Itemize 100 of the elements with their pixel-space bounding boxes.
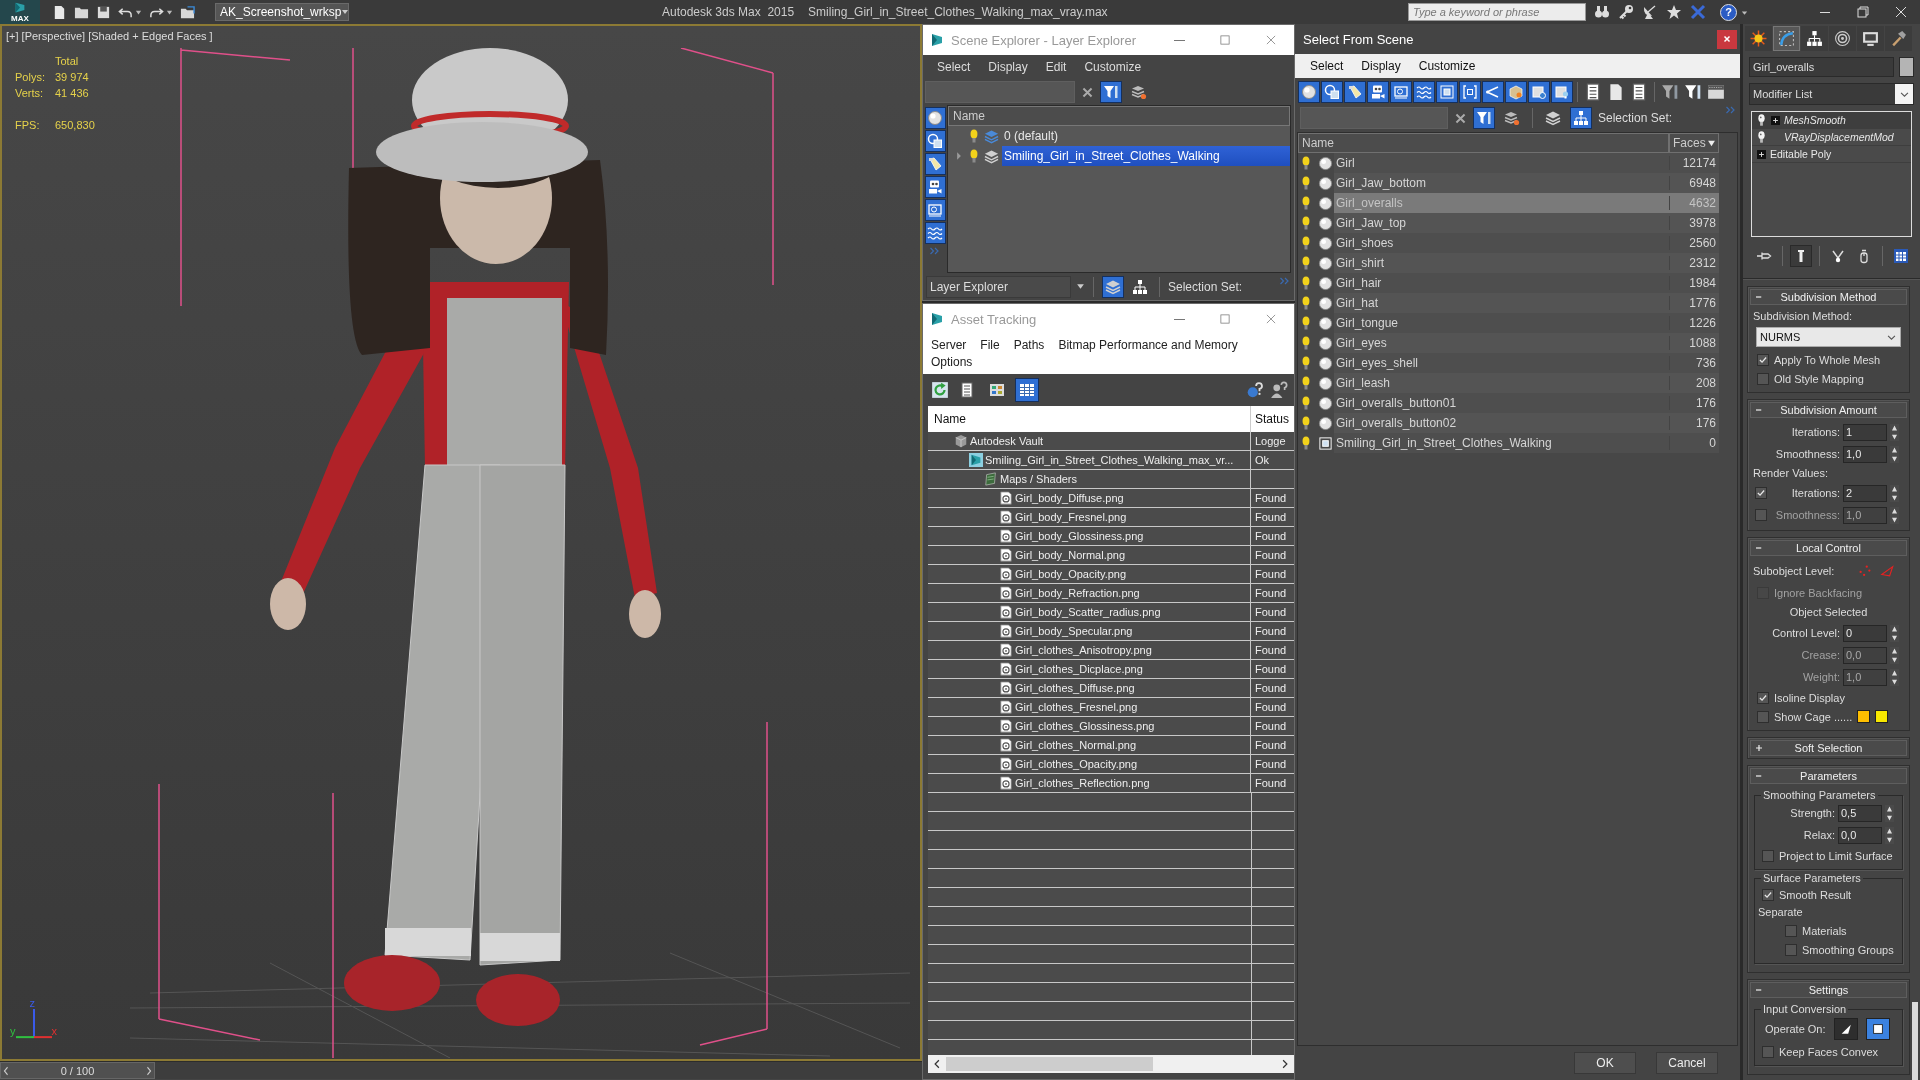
asset-name-cell[interactable]: Girl_body_Diffuse.png (1015, 492, 1124, 504)
light-bulb-icon[interactable] (1756, 130, 1767, 144)
object-row[interactable]: Girl_Jaw_bottom 6948 (1334, 173, 1719, 193)
checkbox[interactable] (1755, 509, 1767, 521)
spotlight-filter-button[interactable] (924, 153, 946, 175)
menu-item[interactable]: Customize (1075, 56, 1151, 78)
dialog-button[interactable]: Cancel (1656, 1052, 1718, 1074)
new-file-icon[interactable] (52, 4, 67, 20)
layers-icon[interactable] (984, 148, 999, 164)
vertex-dots-icon[interactable] (1858, 564, 1873, 578)
object-color-swatch[interactable] (1899, 57, 1914, 77)
checkbox[interactable] (1785, 943, 1797, 956)
column-header[interactable]: Name (948, 106, 1290, 126)
asset-name-cell[interactable]: Girl_body_Scatter_radius.png (1015, 606, 1161, 618)
menu-item[interactable]: Paths (1009, 337, 1049, 354)
satellite-dish-icon[interactable] (1642, 4, 1658, 20)
bracketed-square-filter-button[interactable] (1459, 81, 1481, 103)
light-bulb-icon[interactable] (1300, 435, 1312, 451)
perspective-viewport[interactable]: [+] [Perspective] [Shaded + Edged Faces ] Total Polys: 39 974 Verts: 41 436 FPS: 650,830 z y x (0, 24, 922, 1061)
waves-filter-button[interactable] (1413, 81, 1435, 103)
globe-question-icon[interactable] (1246, 381, 1264, 399)
overlapping-shapes-filter-button[interactable] (924, 130, 946, 152)
asset-name-cell[interactable]: Maps / Shaders (1000, 473, 1078, 485)
refresh-icon[interactable] (931, 381, 949, 399)
spinner-arrows-icon[interactable] (1890, 484, 1899, 502)
asset-name-cell[interactable]: Girl_clothes_Glossiness.png (1015, 720, 1155, 732)
spinner-field[interactable]: 1,0 (1843, 506, 1887, 524)
spinner-arrows-icon[interactable] (1885, 804, 1894, 822)
camera-filter-button[interactable] (1367, 81, 1389, 103)
box-with-gear-filter-button[interactable] (1528, 81, 1550, 103)
modifier-stack-item[interactable]: VRayDisplacementMod (1752, 129, 1911, 146)
asset-name-cell[interactable]: Girl_clothes_Normal.png (1015, 739, 1137, 751)
horizontal-scrollbar[interactable] (928, 1055, 1294, 1073)
help-button[interactable]: ? (1720, 3, 1737, 21)
search-field[interactable] (925, 81, 1075, 103)
tape-measure-filter-button[interactable] (924, 199, 946, 221)
square-button[interactable] (1865, 1018, 1890, 1040)
column-header[interactable]: Status (1251, 406, 1294, 432)
light-bulb-icon[interactable] (1300, 395, 1312, 411)
spinner-arrows-icon[interactable] (1890, 445, 1899, 463)
sphere-filter-button[interactable] (1298, 81, 1320, 103)
tape-measure-filter-button[interactable] (1390, 81, 1412, 103)
rollout-header[interactable]: Parameters (1750, 768, 1907, 784)
object-row[interactable]: Girl 12174 (1334, 153, 1719, 173)
asset-name-cell[interactable]: Girl_clothes_Anisotropy.png (1015, 644, 1152, 656)
rollout-header[interactable]: Local Control (1750, 540, 1907, 556)
rollout-header[interactable]: Subdivision Method (1750, 289, 1907, 305)
checkbox[interactable] (1785, 924, 1797, 937)
spinner-field[interactable]: 0,5 (1838, 804, 1882, 822)
modifier-stack-item[interactable]: MeshSmooth (1752, 112, 1911, 129)
light-bulb-icon[interactable] (1300, 195, 1312, 211)
menu-item[interactable]: File (976, 337, 1004, 354)
object-row[interactable]: Smiling_Girl_in_Street_Clothes_Walking 0 (1334, 433, 1719, 453)
menu-item[interactable]: Options (927, 354, 977, 371)
object-row[interactable]: Girl_tongue 1226 (1334, 313, 1719, 333)
checkbox[interactable] (1755, 487, 1767, 499)
chevron-left-icon[interactable] (1, 1064, 11, 1077)
funnel-button[interactable] (1473, 107, 1495, 129)
checkbox[interactable] (1762, 888, 1774, 901)
explorer-dropdown[interactable]: Layer Explorer (926, 275, 1071, 298)
plus-box-icon[interactable] (1756, 148, 1767, 160)
dialog-button[interactable]: OK (1574, 1052, 1636, 1074)
spinner-field[interactable]: 1,0 (1843, 445, 1887, 463)
binoculars-icon[interactable] (1594, 4, 1610, 20)
light-bulb-icon[interactable] (1756, 113, 1767, 127)
checkbox[interactable] (1757, 353, 1769, 366)
light-bulb-icon[interactable] (1300, 155, 1312, 171)
bar-button[interactable] (1790, 245, 1812, 267)
column-header[interactable]: Faces (1669, 133, 1719, 153)
rollout-header[interactable]: Settings (1750, 982, 1907, 998)
spinner-field[interactable]: 1 (1843, 423, 1887, 441)
close-button[interactable] (1717, 29, 1737, 49)
spinner-arrows-icon[interactable] (1890, 506, 1899, 524)
column-header[interactable]: Name (1298, 133, 1669, 153)
box-with-bulb-filter-button[interactable] (1551, 81, 1573, 103)
starburst-tab[interactable] (1745, 26, 1772, 51)
time-slider-track[interactable]: 0 / 100 (0, 1062, 922, 1079)
method-dropdown[interactable]: NURMS (1756, 327, 1901, 347)
spinner-arrows-icon[interactable] (1890, 668, 1899, 686)
scrollbar-thumb[interactable] (1912, 1002, 1918, 1080)
document-lines-icon[interactable] (1630, 83, 1648, 101)
concentric-circles-tab[interactable] (1829, 26, 1856, 51)
object-row[interactable]: Girl_eyes 1088 (1334, 333, 1719, 353)
spinner-arrows-icon[interactable] (1890, 624, 1899, 642)
funnel-icon[interactable] (1661, 83, 1679, 101)
plus-box-icon[interactable] (1770, 114, 1781, 126)
light-bulb-icon[interactable] (1300, 255, 1312, 271)
light-bulb-icon[interactable] (1300, 295, 1312, 311)
clear-icon[interactable] (1454, 111, 1467, 125)
spinner-field[interactable]: 0,0 (1838, 826, 1882, 844)
menu-item[interactable]: Edit (1036, 56, 1076, 78)
light-bulb-icon[interactable] (1300, 175, 1312, 191)
menu-item[interactable]: Customize (1409, 55, 1485, 77)
asset-name-cell[interactable]: Girl_clothes_Diffuse.png (1015, 682, 1135, 694)
hammer-tab[interactable] (1885, 26, 1912, 51)
menu-item[interactable]: Select (928, 56, 980, 78)
caret-icon[interactable] (1076, 282, 1085, 291)
bone-chain-filter-button[interactable] (1482, 81, 1504, 103)
chevron-right-icon[interactable] (144, 1064, 154, 1077)
search-field[interactable] (1300, 107, 1448, 129)
